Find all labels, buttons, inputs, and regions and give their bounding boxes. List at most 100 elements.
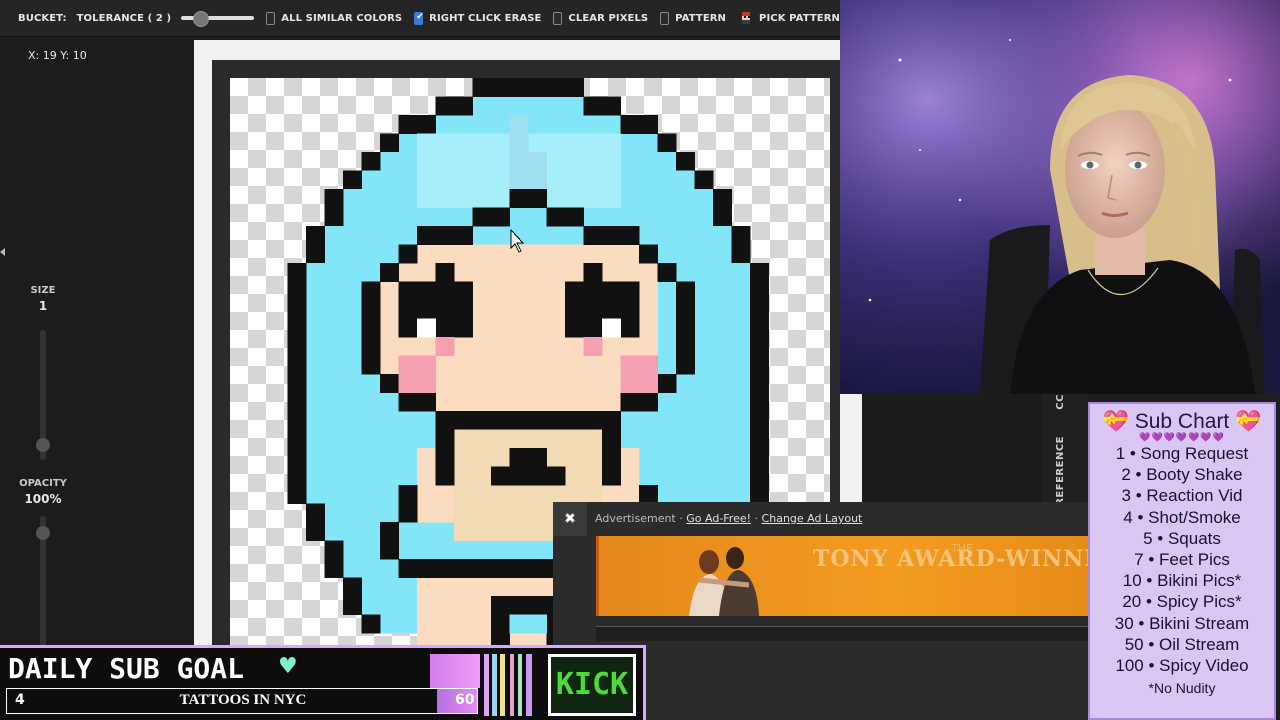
outline-pixel: [750, 429, 769, 449]
ad-close-button[interactable]: ✖: [553, 502, 587, 536]
outline-pixel: [287, 448, 307, 467]
cursor-coordinates: X: 19 Y: 10: [28, 49, 87, 62]
outline-pixel: [398, 115, 436, 134]
outline-pixel: [324, 540, 344, 560]
outline-pixel: [509, 448, 547, 467]
sub-chart-panel: 💝 Sub Chart 💝 💜💜💜💜💜💜💜 1 • Song Request 2…: [1088, 402, 1276, 720]
ad-label: Advertisement · Go Ad-Free! · Change Ad …: [595, 512, 862, 525]
reference-preview: [862, 394, 1042, 502]
hair-strand-pixel: [528, 152, 547, 190]
close-icon[interactable]: ✖: [561, 510, 579, 528]
outline-pixel: [583, 96, 621, 116]
all-similar-colors-checkbox[interactable]: [266, 11, 276, 25]
ad-separator: ·: [751, 512, 762, 525]
outline-pixel: [398, 392, 436, 412]
outline-pixel: [620, 392, 658, 412]
outline-pixel: [750, 392, 769, 412]
size-value: 1: [38, 299, 48, 313]
goal-target: 60: [455, 692, 475, 708]
outline-pixel: [287, 318, 307, 338]
outline-pixel: [287, 337, 307, 356]
ad-banner-image: [689, 547, 759, 616]
outline-pixel: [417, 226, 473, 245]
ad-banner-headline: TONY AWARD-WINNI: [813, 546, 1093, 572]
right-click-erase-checkbox[interactable]: [414, 11, 424, 25]
clear-pixels-label: CLEAR PIXELS: [568, 12, 649, 24]
hair-pixel: [306, 226, 751, 245]
sub-chart-item: 10 • Bikini Pics*: [1122, 571, 1242, 591]
outline-pixel: [731, 226, 751, 245]
clear-pixels-checkbox[interactable]: [553, 11, 563, 25]
sub-chart-title: 💝 Sub Chart 💝: [1102, 410, 1262, 433]
ad-banner[interactable]: THE TONY AWARD-WINNI: [596, 536, 1093, 616]
outline-pixel: [435, 411, 621, 430]
size-label: SIZE: [30, 285, 56, 296]
sub-chart-item: 4 • Shot/Smoke: [1123, 507, 1241, 527]
outline-pixel: [398, 485, 418, 523]
outline-pixel: [509, 189, 547, 208]
outline-pixel: [287, 300, 307, 319]
blush-pixel: [583, 337, 603, 356]
size-slider-handle[interactable]: [36, 438, 50, 452]
pattern-label: PATTERN: [675, 12, 727, 24]
outline-pixel: [657, 133, 677, 153]
outline-pixel: [750, 466, 769, 486]
eye-pixel: [454, 300, 473, 338]
sub-chart-item: 5 • Squats: [1143, 528, 1221, 548]
goal-decoration: [430, 654, 544, 716]
outline-pixel: [287, 485, 307, 504]
sub-chart-item: 2 • Booty Shake: [1121, 465, 1243, 485]
sub-chart-item: 30 • Bikini Stream: [1114, 613, 1250, 633]
outline-pixel: [602, 429, 621, 486]
outline-pixel: [306, 244, 325, 264]
blush-pixel: [435, 337, 455, 356]
bucket-label: BUCKET:: [18, 12, 67, 24]
outline-pixel: [287, 281, 307, 301]
outline-pixel: [657, 263, 677, 282]
heart-icon: ♥: [278, 654, 298, 679]
blush-pixel: [620, 355, 658, 393]
outline-pixel: [361, 152, 381, 171]
outline-pixel: [546, 207, 584, 227]
outline-pixel: [398, 244, 418, 264]
cc-tab[interactable]: CC: [1055, 394, 1066, 410]
hearts-divider: 💜💜💜💜💜💜💜: [1139, 433, 1225, 443]
outline-pixel: [380, 522, 399, 560]
eye-pixel: [454, 281, 473, 301]
outline-pixel: [287, 355, 307, 375]
outline-pixel: [343, 170, 362, 190]
kick-logo: KICK: [548, 654, 636, 716]
eye-shine-pixel: [417, 318, 436, 338]
pick-pattern-icon[interactable]: [740, 12, 752, 24]
go-ad-free-link[interactable]: Go Ad-Free!: [686, 512, 751, 525]
outline-pixel: [343, 577, 362, 597]
outline-pixel: [324, 189, 344, 208]
outline-pixel: [306, 503, 325, 523]
outline-pixel: [676, 281, 695, 375]
opacity-slider-handle[interactable]: [36, 526, 50, 540]
outline-pixel: [583, 226, 640, 245]
outline-pixel: [750, 374, 769, 393]
tolerance-slider[interactable]: [181, 11, 255, 27]
outline-pixel: [306, 226, 325, 245]
outline-pixel: [750, 263, 769, 282]
eye-pixel: [565, 300, 584, 338]
reference-tab[interactable]: REFERENCE: [1055, 436, 1066, 506]
hair-pixel: [324, 207, 732, 227]
collapse-arrow-icon[interactable]: [0, 248, 5, 256]
outline-pixel: [731, 244, 751, 264]
opacity-value: 100%: [24, 492, 62, 506]
tolerance-slider-handle[interactable]: [193, 11, 210, 27]
pattern-checkbox[interactable]: [660, 11, 670, 25]
change-ad-layout-link[interactable]: Change Ad Layout: [762, 512, 863, 525]
outline-pixel: [306, 522, 325, 541]
all-similar-colors-label: ALL SIMILAR COLORS: [281, 12, 403, 24]
goal-current: 4: [15, 692, 25, 708]
eye-pixel: [583, 263, 603, 282]
sub-chart-item: 100 • Spicy Video: [1115, 656, 1249, 676]
goal-label: TATTOOS IN NYC: [179, 692, 307, 708]
pick-pattern-label[interactable]: PICK PATTERN: [759, 13, 840, 24]
outline-pixel: [713, 189, 732, 208]
outline-pixel: [713, 207, 732, 227]
outline-pixel: [287, 374, 307, 393]
